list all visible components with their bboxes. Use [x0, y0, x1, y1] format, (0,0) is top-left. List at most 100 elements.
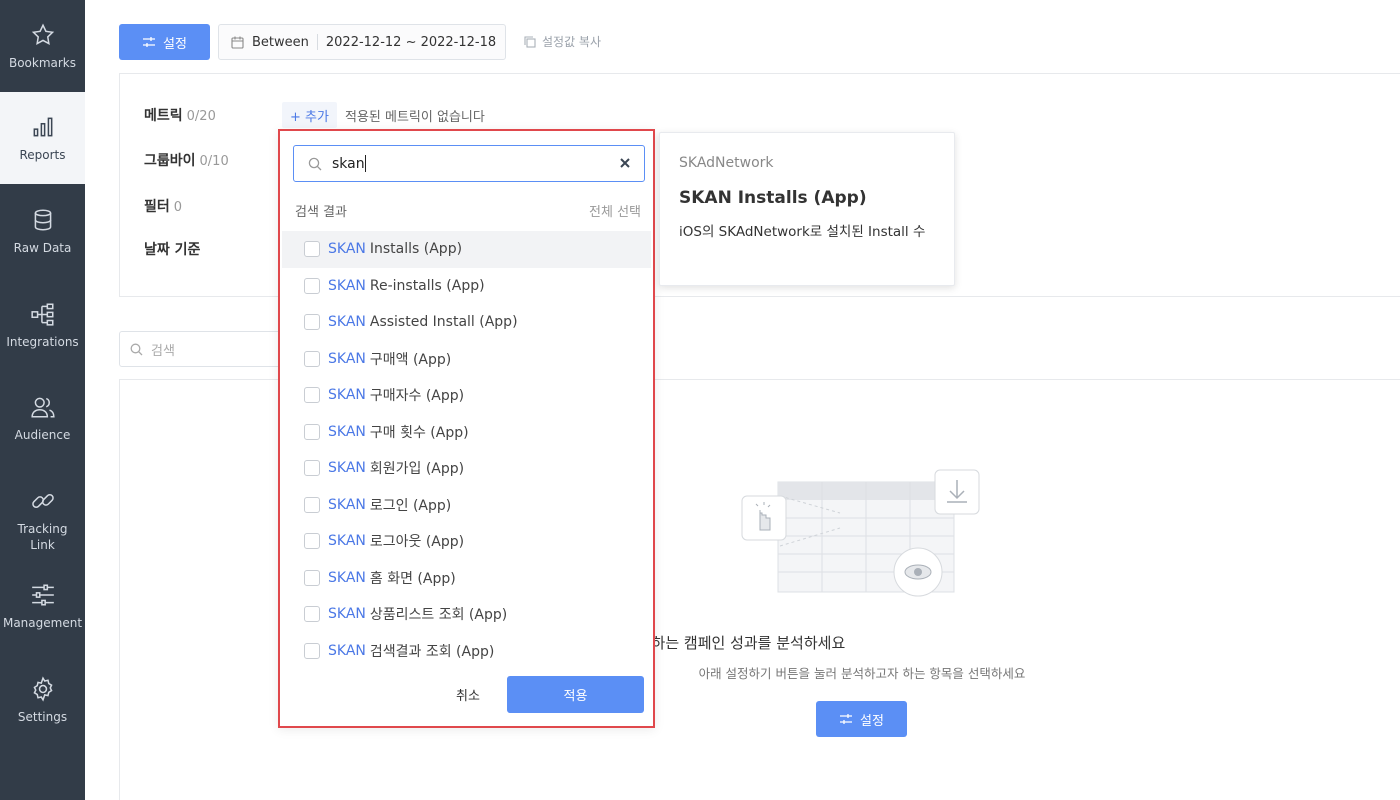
sidebar-item-label: Audience: [14, 427, 71, 442]
select-all-button[interactable]: 전체 선택: [589, 201, 641, 220]
checkbox[interactable]: [304, 241, 320, 258]
list-item[interactable]: SKAN Assisted Install (App): [282, 304, 651, 341]
metric-search-dropdown: skan 검색 결과 전체 선택 SKAN Installs (App) SKAN…: [278, 129, 655, 728]
checkbox[interactable]: [304, 496, 320, 513]
search-highlight: SKAN: [328, 314, 366, 331]
metric-result-list: SKAN Installs (App) SKAN Re-installs (App)…: [282, 231, 651, 669]
copy-icon: [524, 35, 536, 48]
list-item[interactable]: SKAN 구매 횟수 (App): [282, 414, 651, 451]
list-item-label: 검색결과 조회 (App): [369, 643, 495, 660]
checkbox[interactable]: [304, 387, 320, 404]
sidebar-item-audience[interactable]: Audience: [0, 372, 85, 464]
empty-state-description: 아래 설정하기 버튼을 눌러 분석하고자 하는 항목을 선택하세요: [698, 666, 1026, 681]
search-placeholder: 검색: [151, 343, 175, 359]
checkbox[interactable]: [304, 642, 320, 659]
sidebar-item-label: Management: [2, 615, 83, 630]
date-mode: Between: [252, 34, 309, 50]
database-icon: [34, 208, 51, 231]
sidebar-item-bookmarks[interactable]: Bookmarks: [0, 0, 85, 92]
search-highlight: SKAN: [328, 496, 366, 513]
checkbox[interactable]: [304, 350, 320, 367]
search-highlight: SKAN: [328, 277, 366, 294]
settings-button[interactable]: 설정: [119, 24, 210, 60]
list-item-label: 구매 횟수 (App): [369, 424, 469, 441]
sidebar-item-raw-data[interactable]: Raw Data: [0, 185, 85, 277]
close-icon[interactable]: [618, 156, 632, 170]
empty-state-settings-button[interactable]: 설정: [816, 701, 907, 737]
list-item[interactable]: SKAN 로그인 (App): [282, 487, 651, 524]
search-highlight: SKAN: [328, 423, 366, 440]
checkbox[interactable]: [304, 423, 320, 440]
report-search-input[interactable]: 검색: [119, 331, 289, 367]
network-icon: [30, 302, 54, 326]
list-item[interactable]: SKAN 로그아웃 (App): [282, 523, 651, 560]
groupby-label: 그룹바이: [144, 153, 196, 169]
sliders-icon: [840, 714, 853, 724]
list-item-label: 로그아웃 (App): [369, 534, 465, 551]
star-icon: [31, 23, 54, 45]
list-item-label: Installs (App): [369, 241, 463, 258]
cancel-button[interactable]: 취소: [456, 685, 480, 704]
filter-label: 필터: [144, 199, 170, 215]
date-basis-label: 날짜 기준: [144, 242, 201, 258]
copy-settings-button[interactable]: 설정값 복사: [524, 33, 601, 50]
metric-category: SKAdNetwork: [679, 155, 774, 171]
table-illustration-icon: [741, 469, 980, 597]
apply-button[interactable]: 적용: [507, 676, 644, 713]
text-caret: [364, 155, 366, 172]
search-icon: [308, 157, 322, 170]
list-item[interactable]: SKAN 구매액 (App): [282, 341, 651, 378]
sidebar-item-label: Raw Data: [13, 240, 72, 255]
list-item-label: 회원가입 (App): [369, 461, 465, 478]
add-metric-button[interactable]: + 추가: [282, 102, 337, 128]
sidebar-item-tracking-link[interactable]: Tracking Link: [0, 470, 85, 570]
sidebar-item-label: Integrations: [6, 334, 79, 349]
metric-info-card: SKAdNetwork SKAN Installs (App) iOS의 SKA…: [659, 132, 955, 286]
sidebar-item-reports[interactable]: Reports: [0, 92, 85, 184]
groupby-row: 그룹바이 0/10: [144, 150, 229, 170]
metric-description: iOS의 SKAdNetwork로 설치된 Install 수: [679, 224, 926, 240]
metric-count: 0/20: [186, 109, 216, 124]
checkbox[interactable]: [304, 533, 320, 550]
divider: [316, 34, 318, 50]
list-item[interactable]: SKAN 상품리스트 조회 (App): [282, 596, 651, 633]
date-range-value: 2022-12-12 ~ 2022-12-18: [325, 34, 497, 50]
bar-chart-icon: [33, 117, 52, 136]
list-item[interactable]: SKAN 구매자수 (App): [282, 377, 651, 414]
list-item-label: Assisted Install (App): [369, 314, 518, 331]
sliders-icon: [31, 583, 54, 606]
metric-search-value: skan: [332, 155, 365, 172]
search-highlight: SKAN: [328, 533, 366, 550]
sidebar-item-label: Tracking Link: [17, 521, 68, 552]
groupby-count: 0/10: [199, 154, 229, 169]
search-highlight: SKAN: [328, 350, 366, 367]
list-item[interactable]: SKAN Installs (App): [282, 231, 651, 268]
date-range-picker[interactable]: Between 2022-12-12 ~ 2022-12-18: [218, 24, 506, 60]
search-highlight: SKAN: [328, 642, 366, 659]
filter-row: 필터 0: [144, 196, 182, 216]
list-item-label: 홈 화면 (App): [369, 570, 456, 587]
list-item[interactable]: SKAN 검색결과 조회 (App): [282, 633, 651, 670]
copy-settings-label: 설정값 복사: [542, 35, 602, 49]
list-item[interactable]: SKAN Re-installs (App): [282, 268, 651, 305]
checkbox[interactable]: [304, 569, 320, 586]
metric-search-input[interactable]: skan: [293, 145, 645, 182]
search-highlight: SKAN: [328, 241, 366, 258]
search-highlight: SKAN: [328, 387, 366, 404]
checkbox[interactable]: [304, 606, 320, 623]
sidebar-item-label: Reports: [19, 147, 66, 162]
users-icon: [30, 397, 55, 418]
sidebar-item-integrations[interactable]: Integrations: [0, 279, 85, 371]
empty-state-title: 원하는 캠페인 성과를 분석하세요: [637, 634, 846, 652]
sliders-icon: [143, 37, 156, 47]
checkbox[interactable]: [304, 460, 320, 477]
metric-row: 메트릭 0/20: [144, 105, 216, 125]
metric-label: 메트릭: [144, 108, 183, 124]
checkbox[interactable]: [304, 277, 320, 294]
list-item[interactable]: SKAN 홈 화면 (App): [282, 560, 651, 597]
list-item-label: 로그인 (App): [369, 497, 452, 514]
list-item[interactable]: SKAN 회원가입 (App): [282, 450, 651, 487]
search-icon: [130, 343, 143, 355]
checkbox[interactable]: [304, 314, 320, 331]
settings-button-label: 설정: [163, 36, 187, 52]
